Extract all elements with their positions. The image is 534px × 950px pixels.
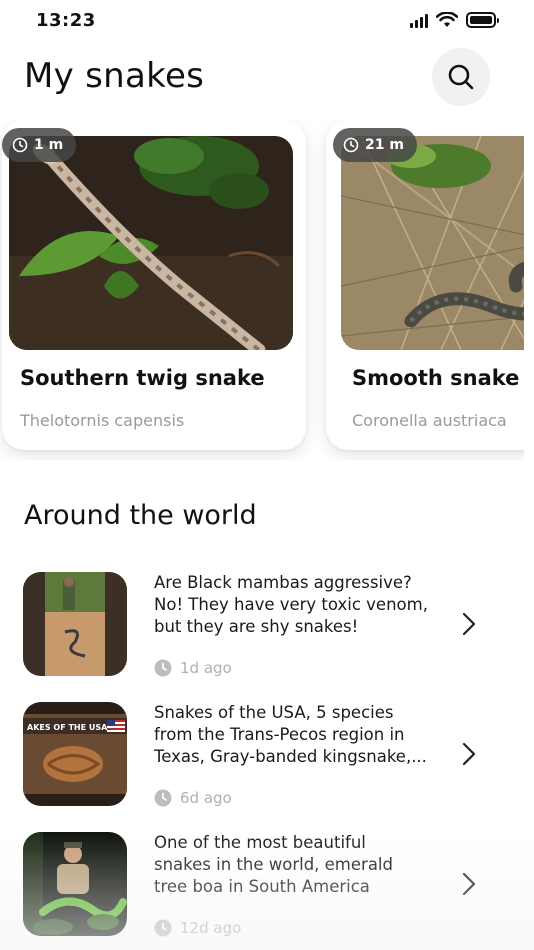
news-time: 12d ago <box>154 919 241 937</box>
headline-line: No! They have very toxic venom, <box>154 595 428 614</box>
snake-card-southern-twig[interactable]: 1 m Southern twig snake Thelotornis cape… <box>2 120 306 450</box>
search-button[interactable] <box>432 48 490 106</box>
news-time: 6d ago <box>154 789 232 807</box>
time-badge-label: 1 m <box>34 137 64 153</box>
snake-latin-name: Thelotornis capensis <box>20 411 185 430</box>
snake-latin-name: Coronella austriaca <box>352 411 507 430</box>
news-time-label: 12d ago <box>180 919 242 937</box>
status-time: 13:23 <box>36 10 96 31</box>
wifi-icon <box>436 12 458 27</box>
clock-icon <box>154 789 172 807</box>
chevron-right-icon[interactable] <box>462 742 476 766</box>
news-headline: Are Black mambas aggressive? No! They ha… <box>154 572 454 638</box>
time-badge-label: 21 m <box>365 137 404 153</box>
snake-name: Southern twig snake <box>20 366 265 390</box>
snake-name: Smooth snake <box>352 366 520 390</box>
headline-line: Snakes of the USA, 5 species <box>154 703 394 722</box>
headline-line: Are Black mambas aggressive? <box>154 573 412 592</box>
status-icons <box>410 12 499 28</box>
section-title-around-the-world: Around the world <box>24 500 257 531</box>
search-icon <box>448 64 474 90</box>
chevron-right-icon[interactable] <box>462 872 476 896</box>
news-thumbnail: AKES OF THE USA <box>23 702 127 806</box>
chevron-right-icon[interactable] <box>462 612 476 636</box>
clock-icon <box>154 659 172 677</box>
clock-icon <box>154 919 172 937</box>
snake-card-smooth[interactable]: 21 m Smooth snake Coronella austriaca <box>326 120 524 450</box>
news-item[interactable]: One of the most beautiful snakes in the … <box>0 820 534 945</box>
cellular-signal-icon <box>410 12 428 28</box>
news-time-label: 1d ago <box>180 659 232 677</box>
page-title: My snakes <box>24 56 205 96</box>
time-badge: 1 m <box>2 128 77 162</box>
my-snakes-carousel[interactable]: 1 m Southern twig snake Thelotornis cape… <box>0 120 524 460</box>
headline-line: but they are shy snakes! <box>154 617 359 636</box>
snake-photo <box>9 136 293 350</box>
news-item[interactable]: Are Black mambas aggressive? No! They ha… <box>0 560 534 685</box>
clock-icon <box>12 137 28 153</box>
news-headline: Snakes of the USA, 5 species from the Tr… <box>154 702 454 768</box>
news-item[interactable]: AKES OF THE USA Snakes of the USA, 5 spe… <box>0 690 534 815</box>
headline-line: from the Trans-Pecos region in <box>154 725 405 744</box>
news-thumbnail <box>23 832 127 936</box>
thumbnail-caption: AKES OF THE USA <box>27 723 108 732</box>
headline-line: One of the most beautiful <box>154 833 366 852</box>
status-bar: 13:23 <box>0 0 534 44</box>
clock-icon <box>343 137 359 153</box>
news-thumbnail <box>23 572 127 676</box>
news-headline: One of the most beautiful snakes in the … <box>154 832 454 898</box>
snake-photo <box>341 136 524 350</box>
headline-line: snakes in the world, emerald <box>154 855 393 874</box>
news-time: 1d ago <box>154 659 232 677</box>
battery-icon <box>466 12 499 28</box>
headline-line: tree boa in South America <box>154 877 370 896</box>
news-time-label: 6d ago <box>180 789 232 807</box>
headline-line: Texas, Gray-banded kingsnake,... <box>154 747 427 766</box>
time-badge: 21 m <box>333 128 417 162</box>
